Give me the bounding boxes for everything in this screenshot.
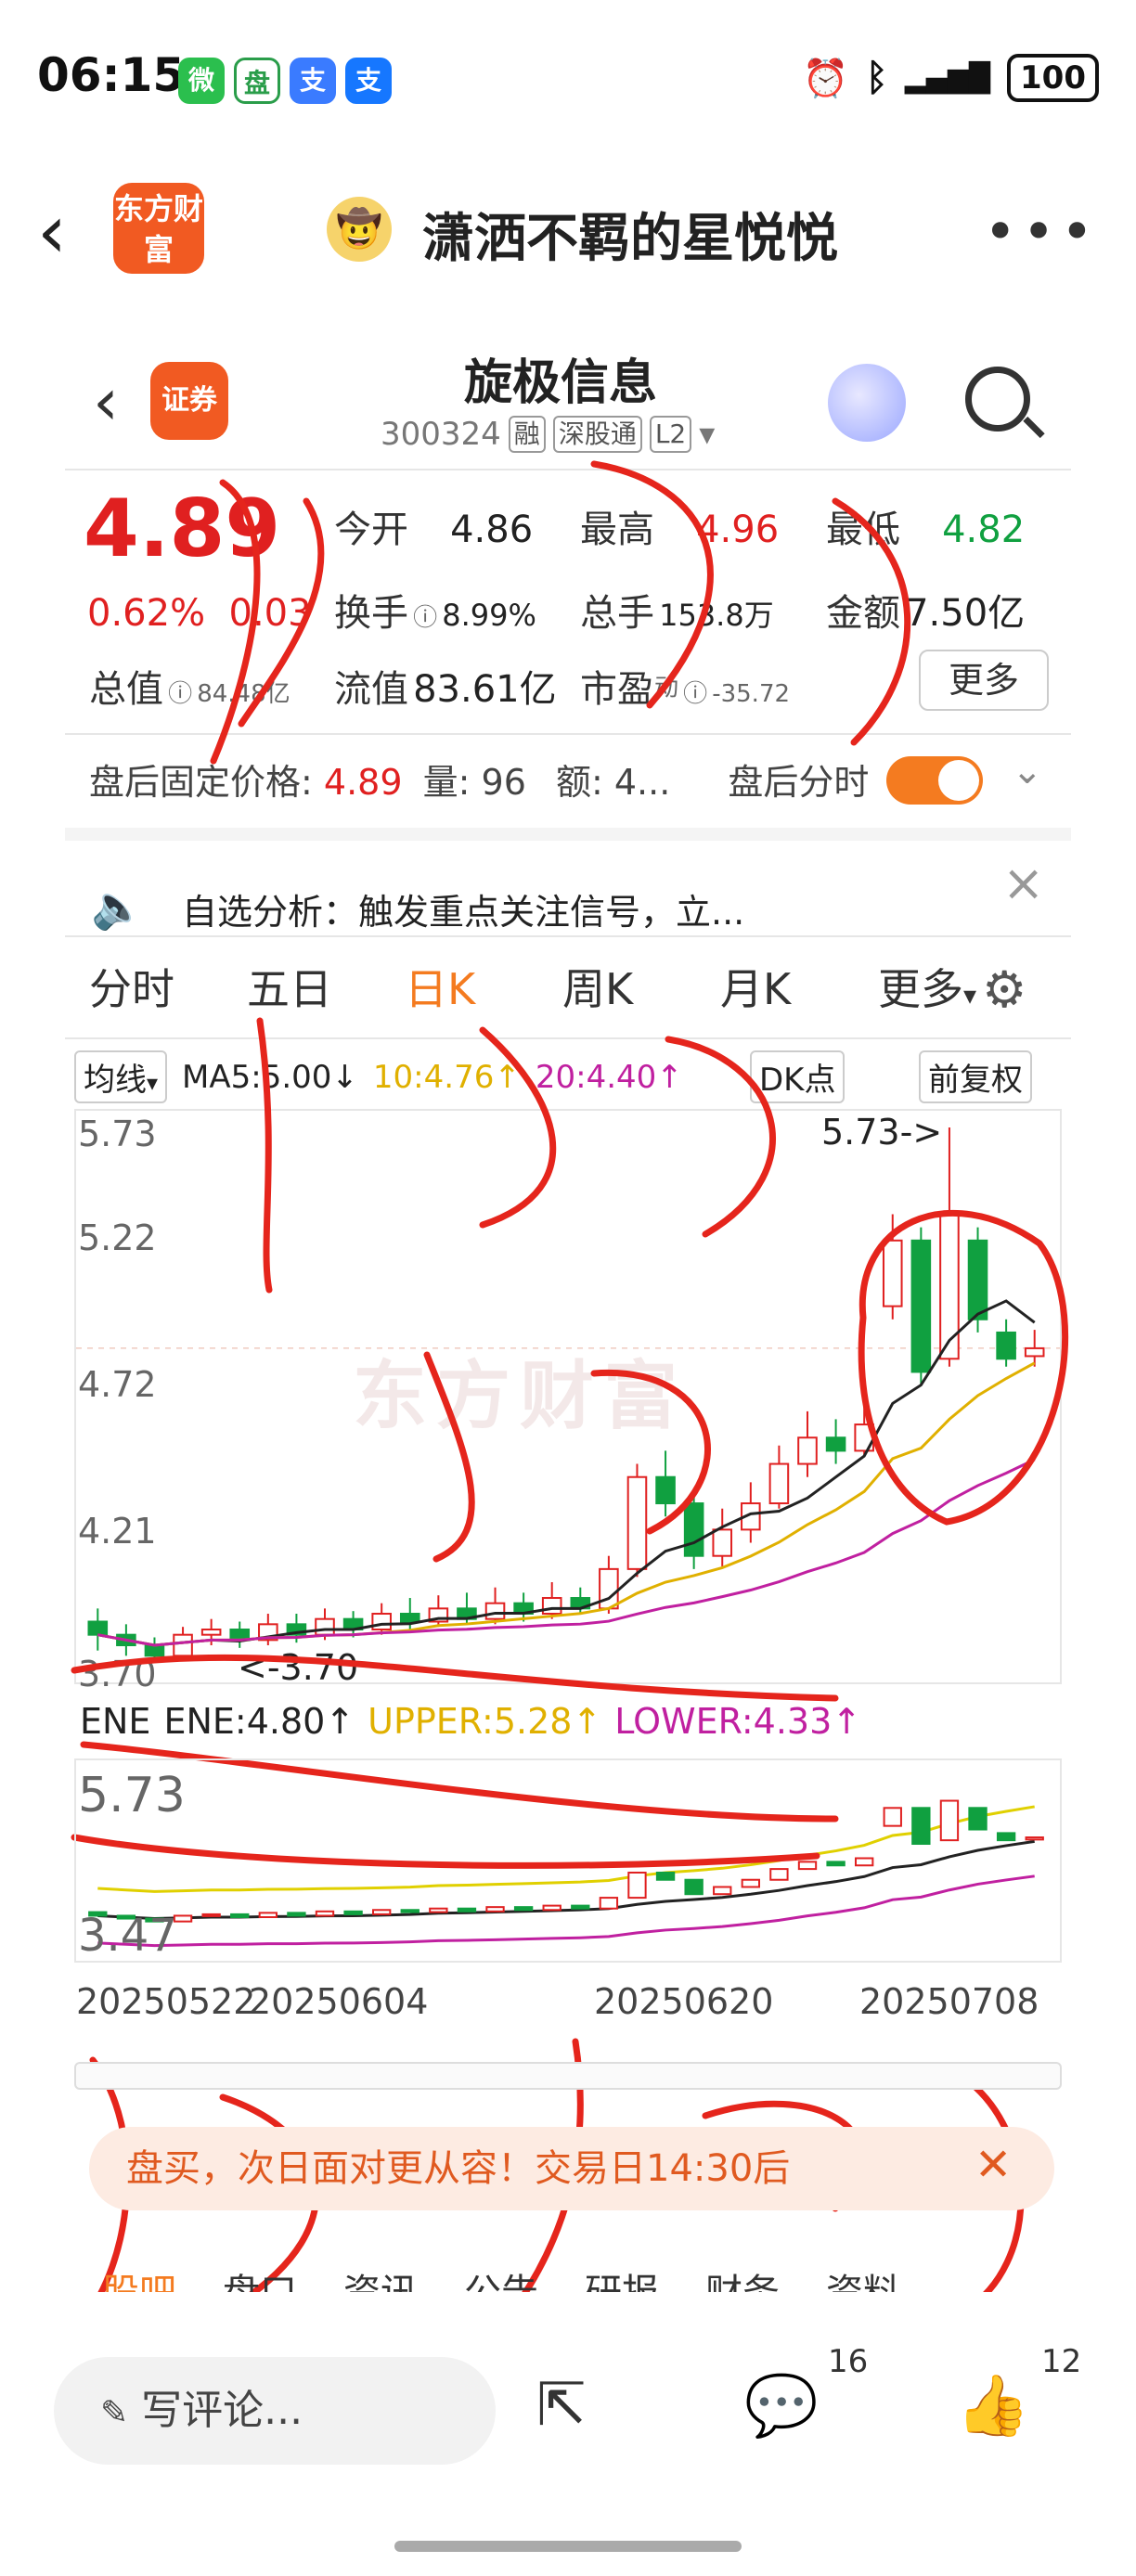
ene-lower: LOWER:4.33↑	[614, 1701, 862, 1742]
candle-body	[712, 1528, 733, 1557]
comment-input[interactable]: ✎ 写评论...	[54, 2357, 496, 2465]
comment-placeholder: 写评论...	[141, 2387, 303, 2434]
handwriting-stroke	[256, 1017, 557, 1294]
promo-banner[interactable]: 盘买，次日面对更从容！交易日14:30后	[89, 2127, 1054, 2210]
ene-label[interactable]: ENE	[80, 1701, 150, 1742]
candle-body	[371, 1613, 392, 1631]
candle-body	[797, 1436, 818, 1465]
ma20-line	[97, 1458, 1036, 1647]
candle-body	[882, 1239, 903, 1307]
handwriting-stroke	[210, 479, 325, 765]
candle-body	[626, 1475, 648, 1570]
candle-body	[825, 1436, 846, 1452]
ene-y-bottom: 3.47	[78, 1910, 177, 1962]
candle-body	[144, 1644, 165, 1657]
handwriting-stroke	[423, 1036, 776, 1563]
date-label: 20250604	[249, 1981, 429, 2022]
candle-body	[315, 1617, 335, 1636]
comment-count: 16	[828, 2343, 869, 2380]
home-indicator	[394, 2541, 742, 2552]
candle-body	[599, 1567, 619, 1610]
handwriting-stroke	[590, 460, 911, 746]
ene-y-top: 5.73	[78, 1768, 186, 1823]
like-count: 12	[1041, 2343, 1082, 2380]
like-icon[interactable]: 👍	[956, 2371, 1030, 2441]
chart-scrollbar[interactable]	[74, 2062, 1062, 2090]
candle-body	[173, 1633, 193, 1657]
candle-body	[910, 1239, 932, 1373]
candle-body	[200, 1629, 222, 1636]
comment-icon[interactable]: 💬	[744, 2371, 819, 2441]
ene-upper: UPPER:5.28↑	[368, 1701, 602, 1742]
share-icon[interactable]: ⇱	[536, 2371, 587, 2440]
ene-value: ENE:4.80↑	[163, 1701, 355, 1742]
promo-text: 盘买，次日面对更从容！交易日14:30后	[126, 2147, 791, 2190]
ene-header: ENE ENE:4.80↑ UPPER:5.28↑ LOWER:4.33↑	[80, 1701, 861, 1742]
date-label: 20250708	[859, 1981, 1039, 2022]
date-label: 20250522	[76, 1981, 256, 2022]
candle-body	[939, 1213, 960, 1360]
candle-body	[967, 1239, 988, 1320]
ma10-line	[97, 1361, 1036, 1647]
pencil-icon: ✎	[100, 2394, 129, 2432]
candle-body	[683, 1502, 704, 1557]
candle-body	[1024, 1346, 1045, 1358]
date-label: 20250620	[594, 1981, 774, 2022]
candle-body	[87, 1620, 109, 1636]
candle-body	[768, 1462, 790, 1505]
candle-body	[996, 1331, 1016, 1360]
banner-close-icon[interactable]: ✕	[975, 2139, 1012, 2191]
candle-body	[484, 1602, 506, 1620]
candle-body	[399, 1613, 420, 1623]
ene-chart-frame[interactable]	[74, 1758, 1062, 1963]
candle-body	[655, 1475, 676, 1505]
candle-body	[541, 1597, 562, 1616]
